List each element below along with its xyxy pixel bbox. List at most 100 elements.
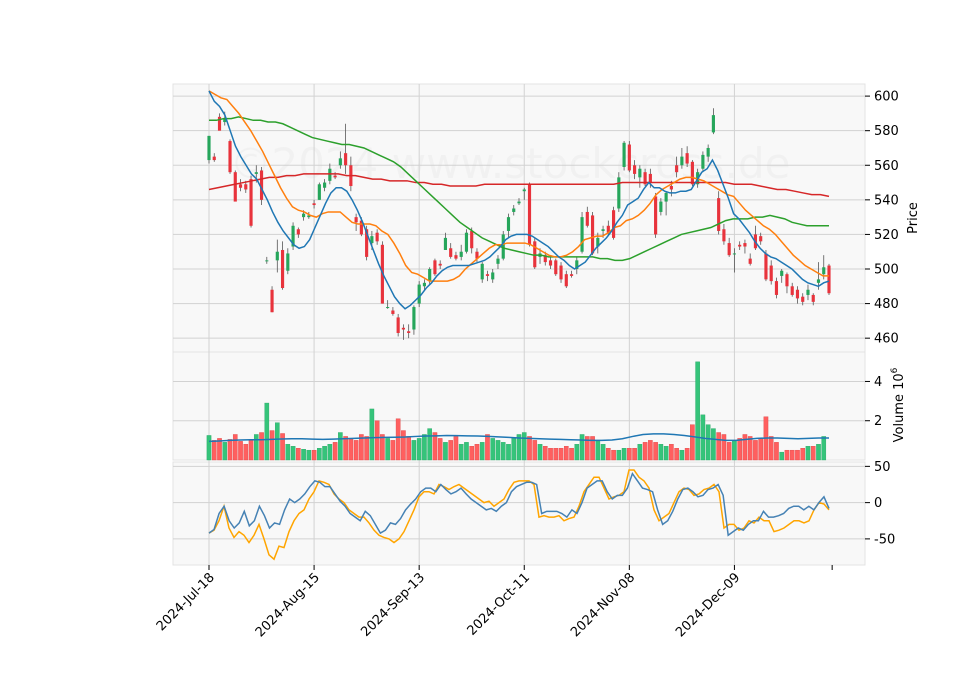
price-tick-label: 580 bbox=[874, 124, 899, 139]
volume-bar bbox=[795, 449, 800, 461]
candle-body bbox=[302, 213, 306, 218]
volume-bar bbox=[774, 442, 779, 461]
volume-bar bbox=[653, 442, 658, 461]
volume-bar bbox=[301, 449, 306, 461]
candle-body bbox=[323, 182, 327, 188]
candle-body bbox=[811, 294, 815, 302]
volume-bar bbox=[805, 446, 811, 461]
volume-bar bbox=[285, 444, 291, 461]
candle-body bbox=[422, 282, 426, 287]
candle-body bbox=[690, 161, 694, 185]
volume-bar bbox=[621, 448, 627, 461]
x-tick-label: 2024-Nov-08 bbox=[568, 570, 638, 640]
volume-bar bbox=[280, 433, 285, 461]
volume-bar bbox=[627, 448, 632, 461]
candle-body bbox=[785, 274, 789, 287]
volume-bar bbox=[637, 444, 643, 461]
volume-bar bbox=[406, 436, 411, 461]
candle-body bbox=[732, 253, 736, 255]
volume-bar bbox=[695, 361, 700, 461]
candle-body bbox=[244, 184, 248, 190]
chart-figure: ©2024 www.stockcross.de 2024-Jul-18 2024-… bbox=[0, 0, 960, 690]
volume-bar bbox=[595, 440, 601, 461]
candle-body bbox=[280, 249, 285, 289]
candle-body bbox=[375, 232, 379, 242]
volume-bar bbox=[453, 436, 459, 461]
volume-bar bbox=[464, 442, 469, 461]
oscillator-tick-label: -50 bbox=[874, 532, 895, 547]
candle-body bbox=[496, 258, 500, 264]
candle-body bbox=[801, 296, 805, 302]
candle-body bbox=[585, 211, 589, 226]
candle-body bbox=[454, 255, 458, 259]
candle-body bbox=[627, 144, 631, 171]
volume-bar bbox=[758, 438, 763, 461]
candle-body bbox=[669, 186, 673, 190]
candle-body bbox=[759, 236, 763, 242]
candle-body bbox=[249, 179, 253, 226]
candle-body bbox=[417, 284, 421, 304]
price-tick-label: 460 bbox=[874, 332, 899, 347]
volume-bar bbox=[401, 430, 406, 461]
volume-bar bbox=[437, 438, 443, 461]
candle-body bbox=[312, 203, 316, 206]
volume-bar bbox=[527, 436, 532, 461]
volume-bar bbox=[348, 438, 354, 461]
volume-bar bbox=[364, 436, 369, 461]
volume-bar bbox=[296, 448, 301, 461]
volume-bar bbox=[317, 448, 322, 461]
volume-bar bbox=[563, 446, 569, 461]
candle-body bbox=[354, 217, 358, 223]
candle-body bbox=[228, 141, 232, 173]
candle-body bbox=[275, 251, 279, 261]
volume-bar bbox=[385, 438, 390, 461]
candle-body bbox=[212, 156, 216, 161]
volume-bar bbox=[448, 440, 453, 461]
candle-body bbox=[738, 244, 742, 247]
candle-body bbox=[648, 173, 652, 183]
volume-bar bbox=[669, 444, 674, 461]
candle-body bbox=[428, 269, 432, 282]
volume-bar bbox=[742, 434, 748, 461]
volume-bar bbox=[269, 430, 275, 461]
volume-bar bbox=[810, 446, 816, 461]
candle-body bbox=[654, 196, 658, 235]
price-tick-label: 480 bbox=[874, 297, 899, 312]
volume-bar bbox=[343, 436, 348, 461]
candle-body bbox=[443, 237, 448, 250]
volume-bar bbox=[616, 449, 622, 461]
candle-body bbox=[265, 260, 269, 262]
volume-bar bbox=[479, 442, 485, 461]
candle-body bbox=[412, 307, 416, 330]
candle-body bbox=[485, 274, 490, 276]
candle-body bbox=[638, 168, 642, 178]
volume-bar bbox=[521, 432, 527, 461]
candle-body bbox=[816, 279, 821, 283]
candle-body bbox=[286, 253, 290, 271]
candle-body bbox=[317, 184, 321, 200]
candle-body bbox=[717, 198, 721, 231]
candle-body bbox=[438, 263, 442, 266]
candle-body bbox=[706, 147, 710, 157]
volume-bar bbox=[458, 444, 464, 461]
candle-body bbox=[533, 241, 537, 268]
candle-body bbox=[522, 189, 526, 192]
volume-bar bbox=[569, 448, 574, 461]
candle-body bbox=[464, 232, 469, 252]
candle-body bbox=[270, 289, 274, 313]
volume-bar bbox=[485, 434, 490, 461]
oscillator-tick-label: 0 bbox=[874, 496, 882, 511]
candle-body bbox=[328, 168, 332, 181]
candle-body bbox=[512, 208, 516, 212]
candle-body bbox=[664, 192, 668, 202]
volume-bar bbox=[732, 440, 737, 461]
candle-body bbox=[333, 175, 337, 178]
volume-bar bbox=[232, 434, 238, 461]
volume-bar bbox=[222, 442, 228, 461]
volume-bar bbox=[684, 448, 690, 461]
volume-bar bbox=[306, 449, 312, 461]
volume-bar bbox=[611, 449, 616, 461]
volume-bar bbox=[789, 449, 795, 461]
volume-bar bbox=[238, 441, 243, 461]
candle-body bbox=[822, 267, 826, 275]
